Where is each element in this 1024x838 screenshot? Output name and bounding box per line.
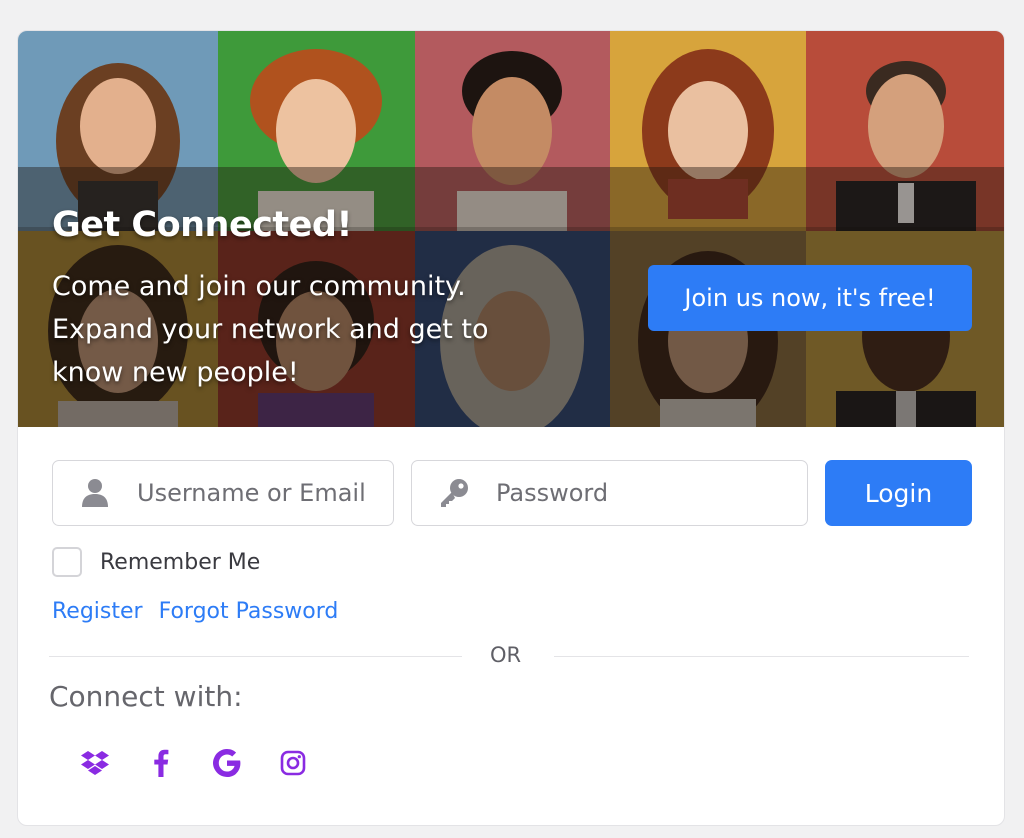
user-icon <box>53 461 137 525</box>
forgot-password-link[interactable]: Forgot Password <box>159 599 339 624</box>
facebook-icon[interactable] <box>128 741 194 785</box>
dropbox-icon[interactable] <box>62 741 128 785</box>
hero-description-line: Expand your network and get to <box>52 314 489 345</box>
divider-line-left <box>49 656 462 657</box>
username-field[interactable] <box>52 460 394 526</box>
join-free-button[interactable]: Join us now, it's free! <box>648 265 972 331</box>
hero-banner: Get Connected! Come and join our communi… <box>18 31 1004 427</box>
google-icon[interactable] <box>194 741 260 785</box>
instagram-icon[interactable] <box>260 741 326 785</box>
remember-me-label: Remember Me <box>100 549 261 575</box>
connect-with-title: Connect with: <box>49 680 243 713</box>
hero-description-line: know new people! <box>52 357 299 388</box>
remember-me-toggle[interactable]: Remember Me <box>52 547 260 577</box>
hero-description: Come and join our community. Expand your… <box>52 265 572 394</box>
hero-description-line: Come and join our community. <box>52 271 466 302</box>
password-field[interactable] <box>411 460 808 526</box>
or-divider-label: OR <box>490 643 522 667</box>
account-links: Register Forgot Password <box>52 599 338 624</box>
login-card: Get Connected! Come and join our communi… <box>17 30 1005 826</box>
key-icon <box>412 461 496 525</box>
hero-title: Get Connected! <box>52 205 352 245</box>
divider-line-right <box>554 656 969 657</box>
username-input[interactable] <box>137 463 393 523</box>
social-login-row <box>62 741 326 785</box>
remember-me-checkbox[interactable] <box>52 547 82 577</box>
password-input[interactable] <box>496 463 807 523</box>
login-button[interactable]: Login <box>825 460 972 526</box>
register-link[interactable]: Register <box>52 599 143 624</box>
